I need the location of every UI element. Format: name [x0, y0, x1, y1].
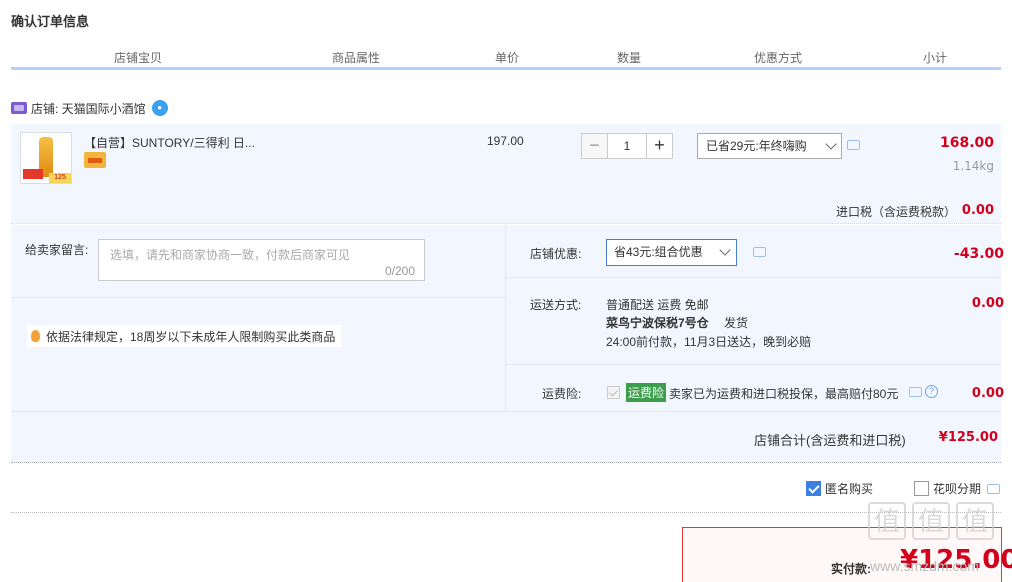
shipping-method: 普通配送 运费 免邮 — [606, 298, 709, 312]
insurance-label: 运费险: — [542, 387, 582, 401]
chat-icon[interactable]: ● — [151, 100, 168, 116]
installment-option[interactable]: 花呗分期 — [914, 480, 1001, 497]
thumb-price-tag: 125 — [49, 173, 71, 183]
insurance-text: 卖家已为运费和进口税投保，最高赔付80元 — [669, 387, 899, 401]
chevron-down-icon — [719, 244, 731, 256]
divider — [506, 364, 1001, 365]
shipping-fee: 0.00 — [971, 296, 1004, 311]
shipping-status: 发货 — [724, 316, 749, 330]
insurance-value: 0.00 — [971, 386, 1004, 401]
comment-icon[interactable] — [987, 483, 1001, 494]
shop-discount-label: 店铺优惠: — [530, 247, 582, 261]
anonymous-label: 匿名购买 — [825, 482, 874, 496]
item-discount-value: 已省29元:年终嗨购 — [706, 139, 807, 153]
watermark-logo: 值 — [868, 502, 906, 540]
shop-total-label: 店铺合计(含运费和进口税) — [754, 433, 906, 448]
insurance-icons: ? — [909, 385, 938, 398]
watermark-logo: 值 — [956, 502, 994, 540]
shipping-label: 运送方式: — [530, 298, 582, 312]
divider — [505, 225, 506, 411]
shop-total-value: ¥125.00 — [938, 430, 998, 445]
shipping-warehouse: 菜鸟宁波保税7号仓 — [606, 316, 709, 330]
insurance-badge: 运费险 — [626, 383, 667, 402]
decrease-button[interactable]: − — [581, 133, 608, 159]
anonymous-checkbox[interactable] — [806, 481, 821, 496]
installment-label: 花呗分期 — [933, 482, 982, 496]
seller-note-placeholder: 选填，请先和商家协商一致，付款后商家可见 — [110, 248, 351, 262]
comment-icon[interactable] — [909, 386, 922, 397]
col-shop-item: 店铺宝贝 — [114, 51, 163, 65]
unit-price: 197.00 — [487, 134, 524, 148]
item-subtotal: 168.00 — [939, 135, 994, 151]
import-tax-label: 进口税（含运费税款） — [836, 205, 957, 219]
seller-note-label: 给卖家留言: — [25, 243, 89, 257]
shop-discount-selected: 省43元:组合优惠 — [614, 245, 703, 259]
shop-name[interactable]: 店铺: 天猫国际小酒馆 — [31, 100, 146, 117]
divider — [11, 297, 506, 298]
shop-icon — [11, 102, 27, 114]
col-unit-price: 单价 — [495, 51, 520, 65]
divider — [11, 411, 1001, 412]
product-thumbnail[interactable]: 125 — [20, 132, 72, 184]
promo-tag — [23, 169, 43, 179]
column-header: 店铺宝贝 商品属性 单价 数量 优惠方式 小计 — [11, 46, 1001, 70]
shop-discount-value: -43.00 — [953, 246, 1004, 262]
seller-note-count: 0/200 — [384, 264, 415, 278]
import-tax-value: 0.00 — [961, 203, 994, 218]
age-restriction-notice: 依据法律规定，18周岁以下未成年人限制购买此类商品 — [27, 325, 342, 347]
quantity-stepper: − 1 + — [581, 133, 673, 159]
help-icon[interactable]: ? — [925, 385, 938, 398]
comment-icon[interactable] — [847, 140, 860, 150]
col-subtotal: 小计 — [923, 51, 948, 65]
insurance-checkbox[interactable] — [607, 386, 620, 399]
product-name-link[interactable]: 【自营】SUNTORY/三得利 日... — [84, 134, 255, 151]
col-quantity: 数量 — [617, 51, 642, 65]
lightbulb-icon — [31, 330, 40, 342]
increase-button[interactable]: + — [646, 133, 673, 159]
quantity-input[interactable]: 1 — [608, 133, 646, 159]
age-restriction-text: 依据法律规定，18周岁以下未成年人限制购买此类商品 — [46, 329, 336, 344]
shop-line: 店铺: 天猫国际小酒馆 ● — [11, 98, 168, 118]
item-discount-select[interactable]: 已省29元:年终嗨购 — [697, 133, 842, 159]
col-attributes: 商品属性 — [332, 51, 381, 65]
shipping-warehouse-line: 菜鸟宁波保税7号仓 发货 — [606, 314, 748, 331]
comment-icon[interactable] — [753, 247, 766, 257]
divider — [11, 512, 1001, 513]
page-title: 确认订单信息 — [11, 14, 90, 29]
payment-label: 实付款: — [831, 562, 871, 576]
chevron-down-icon — [825, 138, 837, 150]
anonymous-option[interactable]: 匿名购买 — [806, 480, 873, 497]
watermark-text: www.smzdm.com — [870, 558, 979, 574]
installment-checkbox[interactable] — [914, 481, 929, 496]
credit-card-icon — [84, 152, 106, 168]
divider — [506, 277, 1001, 278]
shop-discount-select[interactable]: 省43元:组合优惠 — [606, 239, 737, 266]
watermark-logo: 值 — [912, 502, 950, 540]
col-discount: 优惠方式 — [754, 51, 803, 65]
seller-note-input[interactable]: 选填，请先和商家协商一致，付款后商家可见 0/200 — [98, 239, 425, 281]
item-weight: 1.14kg — [952, 159, 994, 173]
shipping-eta: 24:00前付款，11月3日送达，晚到必赔 — [606, 335, 812, 349]
